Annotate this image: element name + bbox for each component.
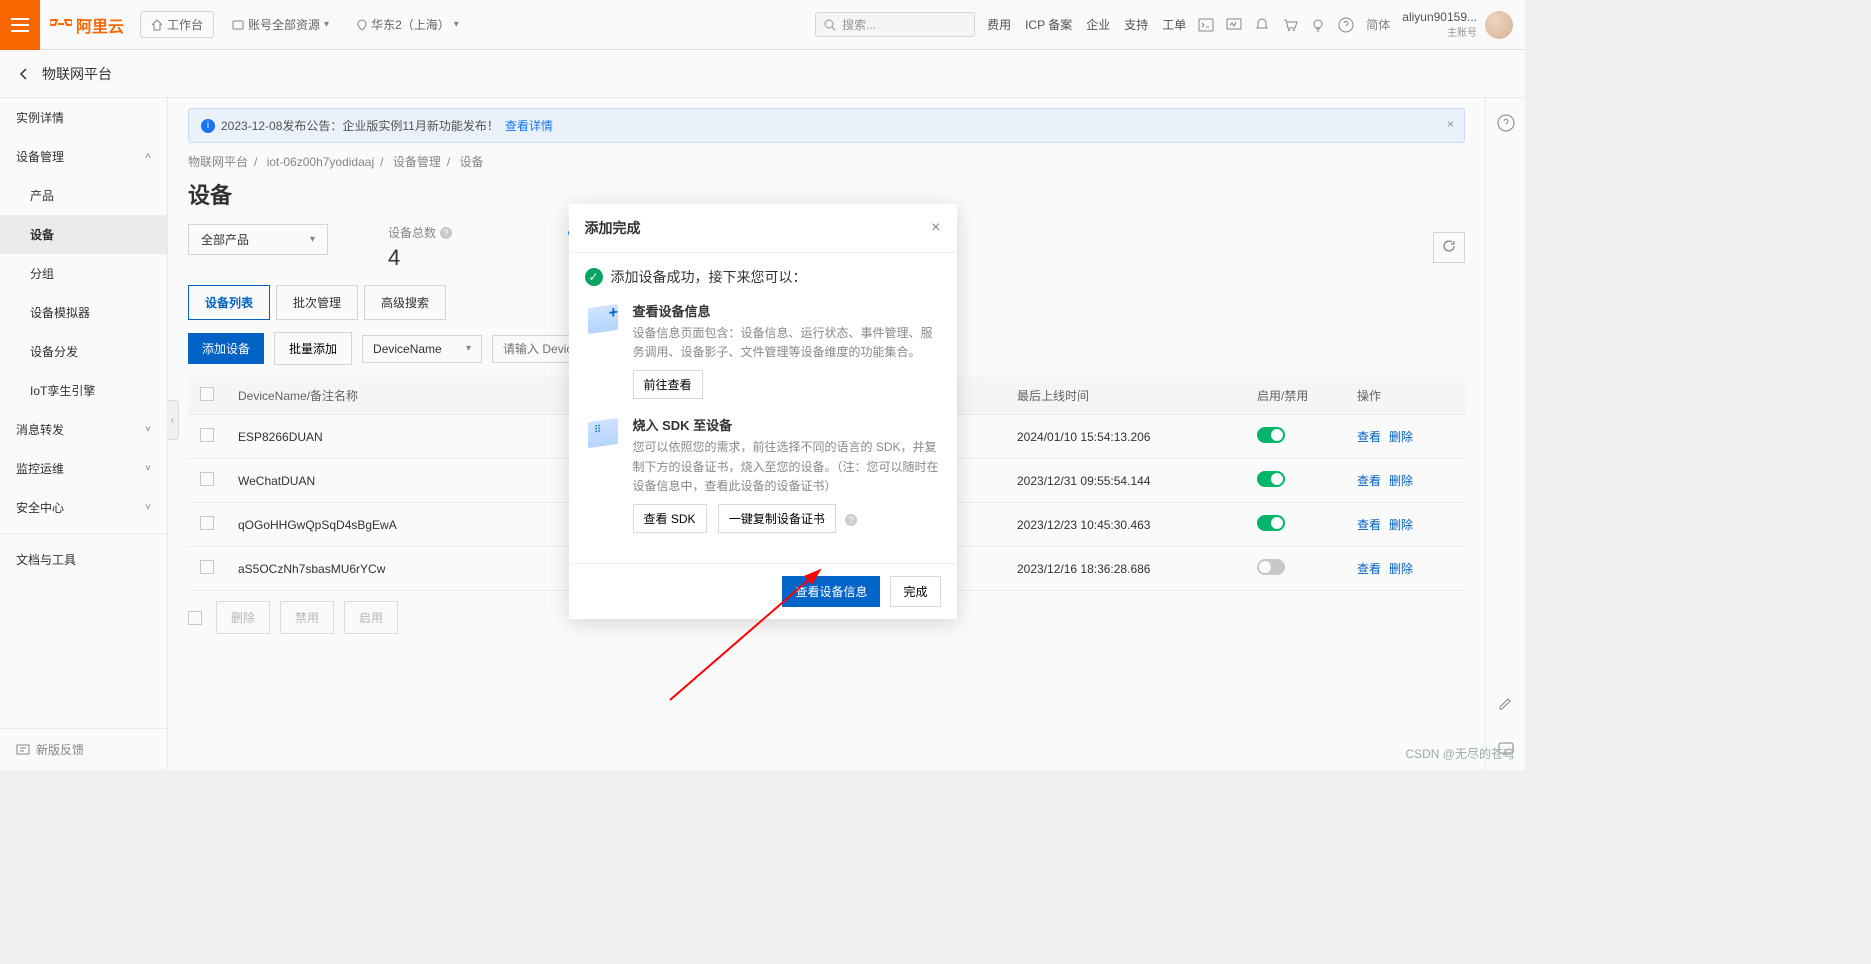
sec1-title: 查看设备信息	[633, 301, 941, 320]
view-sdk-button[interactable]: 查看 SDK	[633, 504, 707, 533]
modal-success-text: 添加设备成功，接下来您可以：	[611, 267, 807, 287]
modal-close-icon[interactable]: ×	[931, 219, 940, 237]
modal-done-button[interactable]: 完成	[890, 576, 940, 607]
goto-view-button[interactable]: 前往查看	[633, 370, 703, 399]
add-complete-modal: 添加完成 × ✓ 添加设备成功，接下来您可以： 查看设备信息 设备信息页面包含：…	[569, 204, 957, 619]
success-check-icon: ✓	[585, 268, 603, 286]
watermark: CSDN @无尽的苍穹	[1405, 745, 1515, 762]
copy-cert-button[interactable]: 一键复制设备证书	[718, 504, 836, 533]
sec2-desc: 您可以依照您的需求，前往选择不同的语言的 SDK，并复制下方的设备证书，烧入至您…	[633, 438, 941, 496]
device-info-icon	[585, 301, 621, 337]
help-icon[interactable]: ?	[845, 514, 857, 526]
sec2-title: 烧入 SDK 至设备	[633, 415, 941, 434]
modal-title: 添加完成	[585, 218, 641, 238]
modal-view-device-button[interactable]: 查看设备信息	[782, 576, 880, 607]
sdk-icon	[585, 415, 621, 451]
sec1-desc: 设备信息页面包含：设备信息、运行状态、事件管理、服务调用、设备影子、文件管理等设…	[633, 324, 941, 362]
